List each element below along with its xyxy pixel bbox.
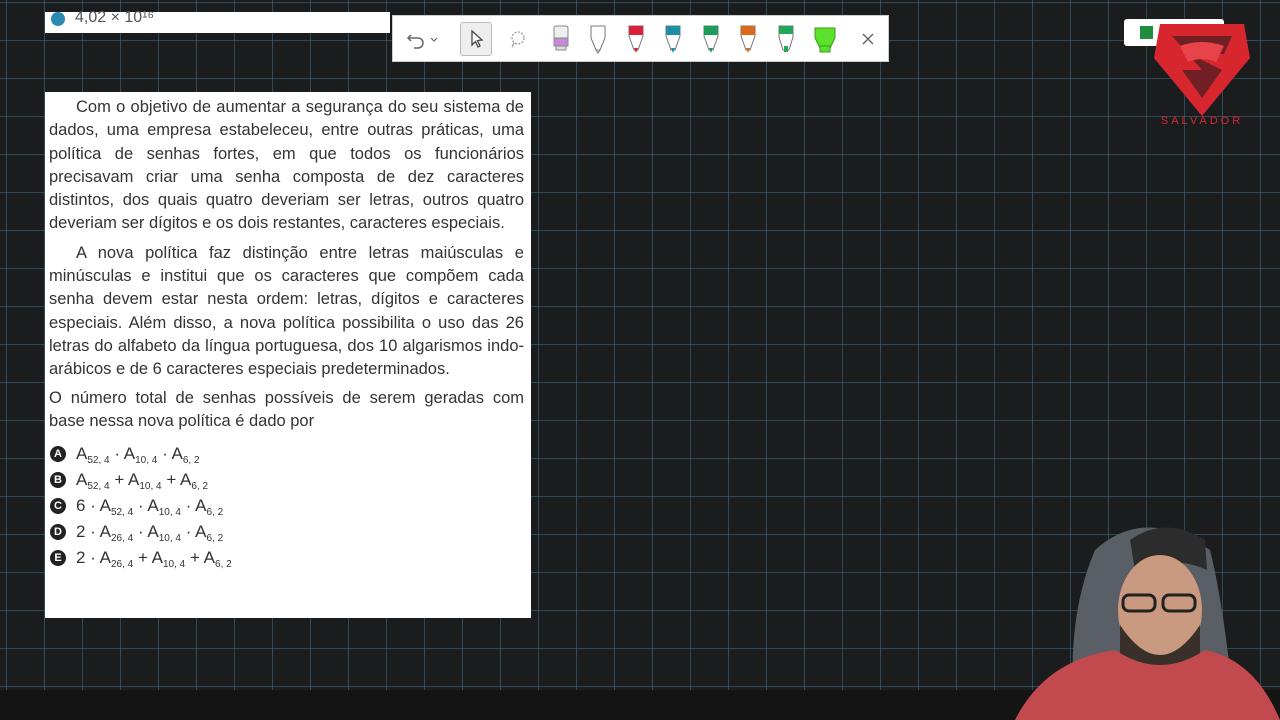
red-pen-icon[interactable] bbox=[621, 24, 651, 54]
green-pen-icon[interactable] bbox=[696, 24, 726, 54]
option-d-sub-1: 26, 4 bbox=[110, 533, 134, 545]
question-card: Com o objetivo de aumentar a segurança d… bbox=[45, 92, 531, 618]
option-c-term-3: · A bbox=[180, 496, 207, 516]
option-d-term-2: · A bbox=[133, 522, 159, 542]
option-e-term-3: + A bbox=[185, 548, 216, 568]
option-a-letter: A bbox=[50, 446, 66, 463]
option-c-term-1: 6 · A bbox=[76, 496, 111, 516]
lime-highlighter-icon[interactable] bbox=[809, 24, 841, 54]
option-c[interactable]: C6 · A52, 4 · A10, 4 · A6, 2 bbox=[49, 493, 524, 519]
logo-text: SALVADOR bbox=[1161, 115, 1243, 127]
option-b-term-1: A bbox=[76, 470, 88, 490]
webcam-presenter bbox=[955, 510, 1280, 720]
orange-pen-icon[interactable] bbox=[733, 24, 763, 54]
lasso-icon[interactable] bbox=[503, 24, 533, 54]
option-d-sub-3: 6, 2 bbox=[206, 533, 224, 545]
option-b-sub-1: 52, 4 bbox=[87, 481, 110, 493]
option-c-sub-2: 10, 4 bbox=[158, 507, 181, 519]
option-a-sub-1: 52, 4 bbox=[87, 455, 110, 467]
option-c-letter: C bbox=[50, 498, 66, 515]
option-b-sub-3: 6, 2 bbox=[191, 481, 209, 493]
option-b-term-3: + A bbox=[161, 470, 192, 490]
eraser-pen-icon[interactable] bbox=[546, 24, 576, 54]
option-e-sub-1: 26, 4 bbox=[110, 559, 134, 571]
option-b[interactable]: B A52, 4 + A10, 4 + A6, 2 bbox=[49, 467, 524, 493]
option-e-term-2: + A bbox=[133, 548, 163, 568]
close-icon[interactable] bbox=[853, 24, 883, 54]
expression-text: 4,02 × 10¹⁶ bbox=[75, 9, 155, 26]
option-b-sub-2: 10, 4 bbox=[139, 481, 162, 493]
option-e-letter: E bbox=[50, 550, 66, 567]
option-c-sub-3: 6, 2 bbox=[206, 507, 224, 519]
expression-dot-icon bbox=[51, 12, 65, 26]
option-b-term-2: + A bbox=[109, 470, 140, 490]
answer-options: A A52, 4 · A10, 4 · A6, 2 B A52, 4 + A10, … bbox=[49, 441, 524, 571]
option-d-term-1: 2 · A bbox=[76, 522, 111, 542]
option-d-sub-2: 10, 4 bbox=[158, 533, 181, 545]
option-e-sub-2: 10, 4 bbox=[163, 559, 186, 571]
option-a-sub-3: 6, 2 bbox=[182, 455, 200, 467]
option-a-term-3: · A bbox=[157, 444, 183, 464]
option-c-sub-1: 52, 4 bbox=[110, 507, 134, 519]
option-a[interactable]: A A52, 4 · A10, 4 · A6, 2 bbox=[49, 441, 524, 467]
option-b-letter: B bbox=[50, 472, 66, 489]
option-a-term-2: · A bbox=[109, 444, 136, 464]
option-d-term-3: · A bbox=[180, 522, 207, 542]
undo-options-icon[interactable] bbox=[427, 24, 441, 54]
option-d[interactable]: D2 · A26, 4 · A10, 4 · A6, 2 bbox=[49, 519, 524, 545]
option-e-sub-3: 6, 2 bbox=[215, 559, 232, 571]
option-c-term-2: · A bbox=[133, 496, 159, 516]
option-e-term-1: 2 · A bbox=[76, 548, 111, 568]
option-d-letter: D bbox=[50, 524, 66, 541]
question-paragraph-3: O número total de senhas possíveis de se… bbox=[49, 388, 524, 430]
green-highlighter-icon[interactable] bbox=[771, 24, 801, 54]
question-paragraph-1: Com o objetivo de aumentar a segurança d… bbox=[49, 98, 524, 233]
white-pen-icon[interactable] bbox=[583, 24, 613, 54]
teal-pen-icon[interactable] bbox=[658, 24, 688, 54]
option-e[interactable]: E2 · A26, 4 + A10, 4 + A6, 2 bbox=[49, 545, 524, 571]
brand-logo: SALVADOR bbox=[1150, 18, 1254, 130]
option-a-term-1: A bbox=[76, 444, 88, 464]
question-paragraph-2: A nova política faz distinção entre letr… bbox=[49, 243, 524, 379]
annotation-toolbar bbox=[392, 15, 889, 62]
select-cursor-icon[interactable] bbox=[460, 22, 492, 56]
option-a-sub-2: 10, 4 bbox=[135, 455, 158, 467]
